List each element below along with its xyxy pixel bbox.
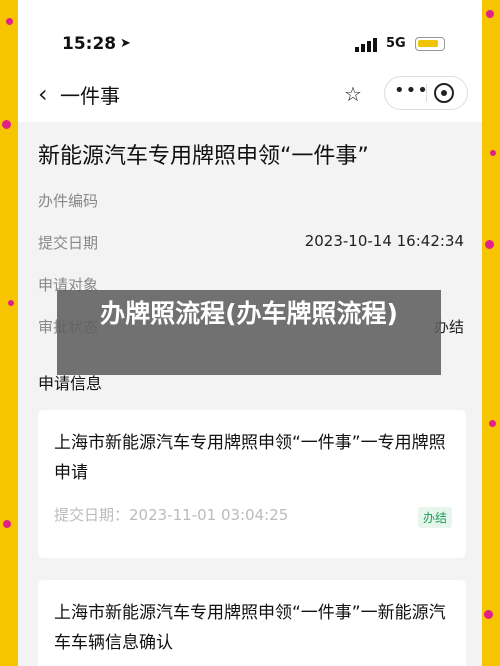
application-card[interactable]: 上海市新能源汽车专用牌照申领“一件事”一新能源汽车车辆信息确认 <box>38 580 466 666</box>
close-target-icon[interactable] <box>434 83 454 103</box>
decor-dot <box>489 420 496 427</box>
more-icon[interactable]: ••• <box>394 80 429 101</box>
signal-icon <box>355 38 377 52</box>
application-card[interactable]: 上海市新能源汽车专用牌照申领“一件事”一专用牌照申请 提交日期：2023-11-… <box>38 410 466 558</box>
card-title: 上海市新能源汽车专用牌照申领“一件事”一新能源汽车车辆信息确认 <box>54 603 446 653</box>
decor-dot <box>2 120 11 129</box>
decor-dot <box>6 18 13 25</box>
field-value-date: 2023-10-14 16:42:34 <box>304 232 464 250</box>
status-time: 15:28 <box>62 34 117 54</box>
decor-dot <box>3 520 11 528</box>
nav-title: 一件事 <box>60 84 120 108</box>
star-icon[interactable]: ☆ <box>344 82 362 106</box>
decor-dot <box>486 10 494 18</box>
back-chevron-icon[interactable]: ‹ <box>38 82 48 106</box>
capsule-divider <box>426 84 427 102</box>
battery-icon <box>415 37 445 51</box>
caption-text: 办牌照流程(办车牌照流程) <box>100 299 398 328</box>
decor-dot <box>485 240 494 249</box>
decor-dot <box>490 150 496 156</box>
caption-overlay: 办牌照流程(办车牌照流程) <box>57 290 441 375</box>
status-badge: 办结 <box>417 507 452 528</box>
decor-dot <box>484 610 493 619</box>
card-date: 提交日期：2023-11-01 03:04:25 <box>54 506 289 524</box>
location-arrow-icon: ➤ <box>120 36 131 51</box>
field-label-code: 办件编码 <box>38 192 99 210</box>
network-type: 5G <box>386 36 406 51</box>
card-title: 上海市新能源汽车专用牌照申领“一件事”一专用牌照申请 <box>54 433 446 483</box>
page-title: 新能源汽车专用牌照申领“一件事” <box>38 144 369 169</box>
decor-dot <box>8 300 14 306</box>
field-label-date: 提交日期 <box>38 234 99 252</box>
